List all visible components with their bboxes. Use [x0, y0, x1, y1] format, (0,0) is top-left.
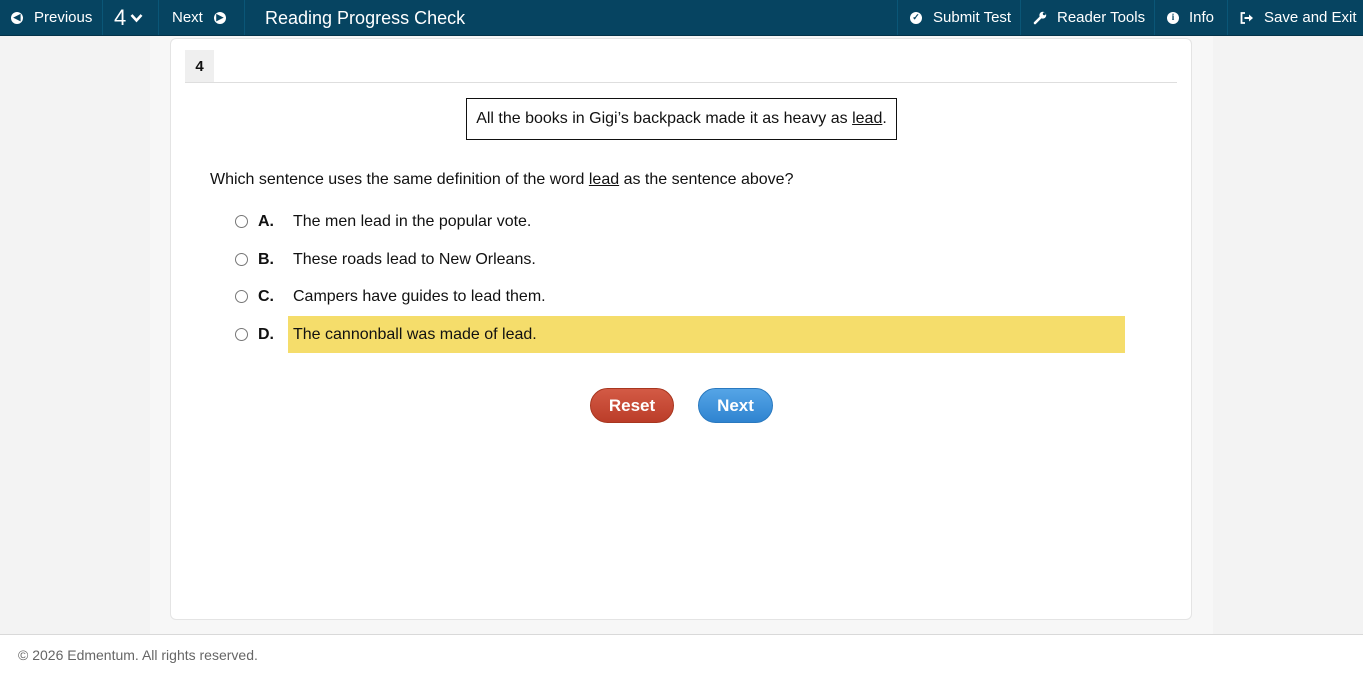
save-and-exit-label: Save and Exit	[1264, 9, 1357, 26]
stem-text-end: as the sentence above?	[619, 171, 794, 188]
wrench-icon	[1033, 11, 1047, 24]
toolbar-divider	[102, 0, 103, 35]
choice-text-highlighted: The cannonball was made of lead.	[288, 316, 1125, 353]
info-button[interactable]: i Info	[1167, 0, 1214, 35]
toolbar-divider	[897, 0, 898, 35]
question-stem: Which sentence uses the same definition …	[210, 171, 793, 189]
toolbar-divider	[1154, 0, 1155, 35]
stem-text: Which sentence uses the same definition …	[210, 171, 589, 188]
stimulus-text: All the books in Gigi’s backpack made it…	[476, 110, 853, 127]
stimulus-keyword: lead	[852, 110, 883, 127]
arrow-right-circle-icon: ▶	[213, 11, 226, 24]
answer-choice-c[interactable]: C. Campers have guides to lead them.	[233, 278, 1125, 315]
info-circle-icon: i	[1167, 11, 1179, 24]
test-title: Reading Progress Check	[265, 7, 466, 28]
choice-letter: D.	[258, 325, 274, 343]
reader-tools-button[interactable]: Reader Tools	[1033, 0, 1145, 35]
question-header-divider	[185, 82, 1177, 83]
question-number: 4	[114, 4, 127, 30]
choice-text: Campers have guides to lead them.	[293, 287, 546, 305]
top-toolbar: ◀ Previous 4 Next ▶ Reading Progress Che…	[0, 0, 1363, 36]
radio-button-b[interactable]	[235, 253, 248, 266]
next-button[interactable]: Next	[698, 388, 773, 423]
next-nav-label: Next	[172, 9, 203, 26]
radio-button-d[interactable]	[235, 328, 248, 341]
answer-choice-a[interactable]: A. The men lead in the popular vote.	[233, 203, 1125, 240]
check-circle-icon: ✓	[910, 11, 922, 24]
stimulus-sentence-box: All the books in Gigi’s backpack made it…	[466, 98, 897, 140]
question-menu-button[interactable]: 4	[114, 0, 143, 35]
stimulus-period: .	[882, 110, 887, 127]
reader-tools-label: Reader Tools	[1057, 9, 1146, 26]
choice-text: These roads lead to New Orleans.	[293, 250, 536, 268]
radio-button-c[interactable]	[235, 290, 248, 303]
choice-letter: A.	[258, 212, 274, 230]
info-label: Info	[1189, 9, 1215, 26]
arrow-left-circle-icon: ◀	[11, 11, 23, 24]
previous-button[interactable]: ◀ Previous	[11, 0, 92, 35]
stem-keyword: lead	[588, 171, 620, 188]
toolbar-divider	[1227, 0, 1228, 35]
sign-out-icon	[1240, 11, 1253, 24]
toolbar-divider	[1020, 0, 1021, 35]
question-number-tab: 4	[185, 50, 214, 82]
reset-button[interactable]: Reset	[590, 388, 674, 423]
toolbar-divider	[158, 0, 159, 35]
save-and-exit-button[interactable]: Save and Exit	[1240, 0, 1357, 35]
chevron-down-icon	[130, 13, 143, 22]
next-nav-button[interactable]: Next ▶	[172, 0, 226, 35]
copyright-text: © 2026 Edmentum. All rights reserved.	[18, 647, 258, 663]
choice-letter: C.	[258, 287, 274, 305]
choice-letter: B.	[258, 250, 274, 268]
answer-choice-d[interactable]: D. The cannonball was made of lead.	[233, 316, 1125, 353]
submit-test-label: Submit Test	[933, 9, 1012, 26]
footer: © 2026 Edmentum. All rights reserved.	[0, 634, 1363, 675]
answer-choice-b[interactable]: B. These roads lead to New Orleans.	[233, 241, 1125, 278]
radio-button-a[interactable]	[235, 215, 248, 228]
toolbar-divider	[244, 0, 245, 35]
choice-text: The men lead in the popular vote.	[293, 212, 532, 230]
submit-test-button[interactable]: ✓ Submit Test	[910, 0, 1011, 35]
previous-label: Previous	[34, 9, 93, 26]
